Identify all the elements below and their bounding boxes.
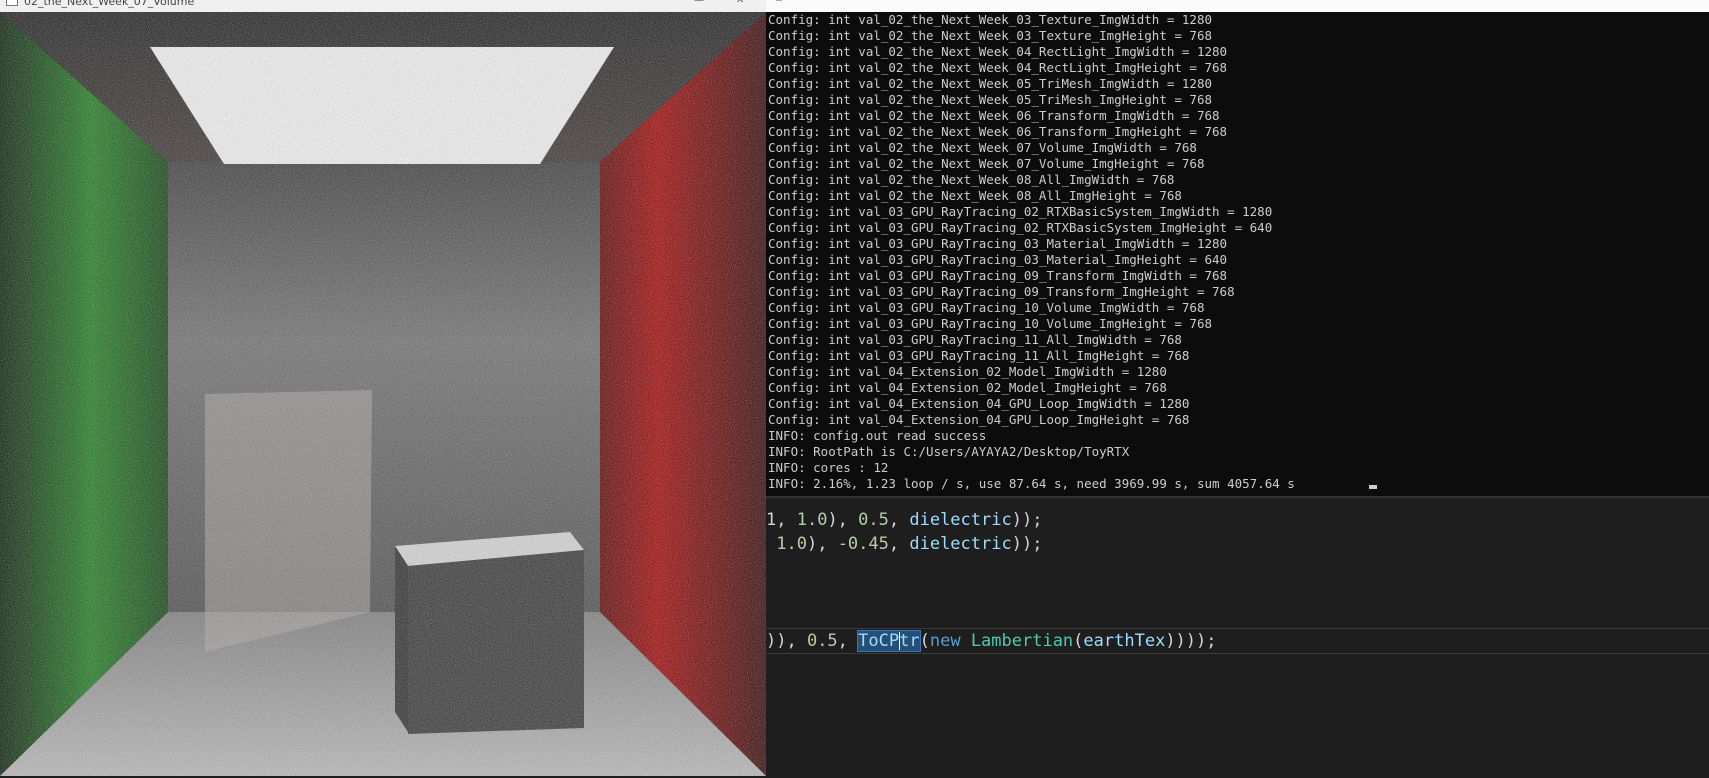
console-line: Config: int val_02_the_Next_Week_07_Volu… [768,156,1205,171]
number-literal: 0.5 [806,631,838,651]
console-line: Config: int val_03_GPU_RayTracing_10_Vol… [768,316,1213,331]
code-editor[interactable]: 1, 1.0), 0.5, dielectric)); 1.0), -0.45,… [766,496,1709,778]
identifier: dielectric [909,534,1012,554]
console-line: Config: int val_03_GPU_RayTracing_09_Tra… [768,268,1228,283]
console-line: Config: int val_03_GPU_RayTracing_09_Tra… [768,284,1235,299]
console-line: Config: int val_03_GPU_RayTracing_02_RTX… [768,204,1273,219]
console-line: INFO: cores : 12 [768,460,889,475]
selected-text[interactable]: ToCPtr [857,630,921,652]
type-name: Lambertian [970,631,1074,651]
identifier: dielectric [909,510,1012,530]
number-literal: 1.0 [776,534,807,554]
console-line: Config: int val_02_the_Next_Week_05_TriM… [768,92,1213,107]
console-line: Config: int val_02_the_Next_Week_08_All_… [768,172,1175,187]
render-window[interactable]: 02_the_Next_Week_07_Volume — ✕ [0,0,766,776]
minimize-icon[interactable]: — [694,0,704,6]
console-line: Config: int val_02_the_Next_Week_04_Rect… [768,44,1228,59]
console-line: INFO: 2.16%, 1.23 loop / s, use 87.64 s,… [768,476,1295,491]
console-line: Config: int val_02_the_Next_Week_03_Text… [768,12,1213,27]
console-line: Config: int val_04_Extension_04_GPU_Loop… [768,396,1190,411]
console-line: Config: int val_02_the_Next_Week_06_Tran… [768,108,1220,123]
number-literal: 1.0 [796,510,828,530]
number-literal: -0.45 [837,534,889,554]
render-window-titlebar[interactable]: 02_the_Next_Week_07_Volume — ✕ [0,0,766,12]
console-line: Config: int val_03_GPU_RayTracing_10_Vol… [768,300,1205,315]
console-titlebar[interactable] [766,0,1709,12]
console-output: Config: int val_02_the_Next_Week_03_Text… [766,12,1709,492]
console-line: Config: int val_03_GPU_RayTracing_03_Mat… [768,236,1228,251]
close-icon[interactable]: ✕ [736,0,744,6]
console-line: Config: int val_02_the_Next_Week_07_Volu… [768,140,1197,155]
render-output-image [0,12,766,776]
console-line: Config: int val_04_Extension_04_GPU_Loop… [768,412,1190,427]
keyword: new [929,631,961,651]
render-window-title: 02_the_Next_Week_07_Volume [24,0,195,8]
console-line: Config: int val_03_GPU_RayTracing_11_All… [768,332,1182,347]
cornell-box-scene [0,12,766,776]
console-line: Config: int val_02_the_Next_Week_08_All_… [768,188,1182,203]
console-window[interactable]: Config: int val_02_the_Next_Week_03_Text… [766,12,1709,496]
console-line: Config: int val_03_GPU_RayTracing_02_RTX… [768,220,1273,235]
identifier: earthTex [1083,631,1166,651]
console-line: Config: int val_04_Extension_02_Model_Im… [768,364,1167,379]
console-line: Config: int val_02_the_Next_Week_03_Text… [768,28,1213,43]
code-line[interactable]: 1, 1.0), 0.5, dielectric)); [766,508,1042,532]
console-line: Config: int val_04_Extension_02_Model_Im… [768,380,1167,395]
code-line-current[interactable]: )), 0.5, ToCPtr(new Lambertian(earthTex)… [766,628,1709,654]
console-line: Config: int val_03_GPU_RayTracing_03_Mat… [768,252,1228,267]
code-line[interactable]: 1.0), -0.45, dielectric)); [766,532,1042,556]
console-line: Config: int val_02_the_Next_Week_05_TriM… [768,76,1213,91]
console-line: Config: int val_02_the_Next_Week_04_Rect… [768,60,1228,75]
app-icon [6,0,18,6]
console-line: Config: int val_03_GPU_RayTracing_11_All… [768,348,1190,363]
console-line: INFO: RootPath is C:/Users/AYAYA2/Deskto… [768,444,1130,459]
console-line: INFO: config.out read success [768,428,987,443]
console-cursor [1369,485,1377,489]
number-literal: 0.5 [858,510,889,530]
console-line: Config: int val_02_the_Next_Week_06_Tran… [768,124,1228,139]
